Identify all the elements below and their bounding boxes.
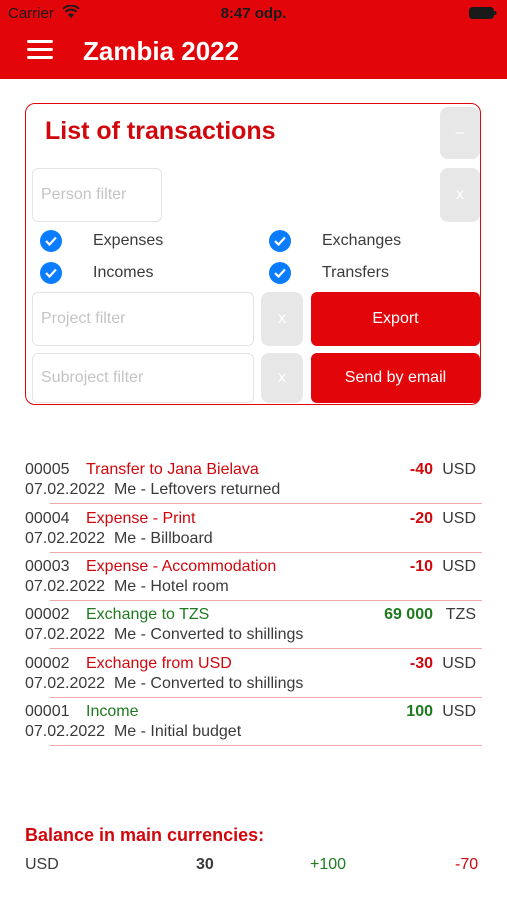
project-filter-input[interactable]: Project filter: [32, 292, 254, 346]
transaction-date: 07.02.2022: [25, 481, 106, 498]
transaction-detail: Me - Hotel room: [113, 578, 229, 595]
transaction-number: 00002: [25, 655, 70, 672]
battery-icon: [469, 7, 497, 19]
transaction-number: 00002: [25, 606, 70, 623]
transaction-description: Expense - Accommodation: [86, 558, 277, 575]
transaction-detail: Me - Converted to shillings: [113, 675, 304, 692]
transaction-number: 00001: [25, 703, 70, 720]
row-divider: [50, 745, 482, 746]
balance-expense: -70: [455, 856, 479, 873]
transaction-amount: 69 000: [384, 606, 433, 623]
incomes-label: Incomes: [93, 264, 154, 281]
transfers-checkbox[interactable]: [269, 262, 291, 284]
person-filter-placeholder: Person filter: [41, 186, 127, 203]
row-divider: [50, 648, 482, 649]
transaction-detail: Me - Leftovers returned: [113, 481, 281, 498]
balance-currency: USD: [25, 856, 59, 873]
transaction-description: Transfer to Jana Bielava: [86, 461, 259, 478]
transaction-amount: -10: [409, 558, 433, 575]
subproject-filter-placeholder: Subroject filter: [41, 369, 144, 386]
transaction-amount: -40: [409, 461, 433, 478]
transaction-date: 07.02.2022: [25, 723, 106, 740]
page-title: Zambia 2022: [83, 36, 240, 66]
expenses-checkbox[interactable]: [40, 230, 62, 252]
transaction-row[interactable]: 00004 Expense - Print -20 USD 07.02.2022…: [25, 505, 482, 553]
project-clear-button[interactable]: x: [261, 292, 303, 346]
transaction-amount: -20: [409, 510, 433, 527]
balance-title: Balance in main currencies:: [25, 825, 265, 845]
transaction-row[interactable]: 00002 Exchange from USD -30 USD 07.02.20…: [25, 650, 482, 698]
transaction-description: Expense - Print: [86, 510, 196, 527]
transaction-description: Exchange from USD: [86, 655, 232, 672]
send-by-email-button[interactable]: Send by email: [311, 353, 480, 403]
status-bar: Carrier 8:47 odp.: [0, 0, 507, 26]
transaction-description: Exchange to TZS: [86, 606, 210, 623]
transaction-row[interactable]: 00001 Income 100 USD 07.02.2022 Me - Ini…: [25, 698, 482, 746]
project-filter-placeholder: Project filter: [41, 310, 126, 327]
filter-panel: List of transactions – Person filter x E…: [25, 103, 481, 405]
person-filter-input[interactable]: Person filter: [32, 168, 162, 222]
balance-income: +100: [310, 856, 347, 873]
transaction-description: Income: [86, 703, 139, 720]
row-divider: [50, 503, 482, 504]
transfers-label: Transfers: [322, 264, 389, 281]
transaction-row[interactable]: 00002 Exchange to TZS 69 000 TZS 07.02.2…: [25, 601, 482, 649]
transaction-amount: 100: [406, 703, 433, 720]
transaction-currency: USD: [442, 510, 476, 527]
transaction-date: 07.02.2022: [25, 578, 106, 595]
hamburger-menu-icon[interactable]: [27, 40, 53, 60]
balance-total: 30: [196, 856, 214, 873]
transaction-currency: USD: [442, 461, 476, 478]
collapse-button[interactable]: –: [440, 107, 480, 159]
panel-title: List of transactions: [45, 117, 276, 145]
exchanges-label: Exchanges: [322, 232, 402, 249]
transaction-currency: USD: [442, 703, 476, 720]
subproject-clear-button[interactable]: x: [261, 353, 303, 403]
transaction-number: 00003: [25, 558, 70, 575]
transaction-date: 07.02.2022: [25, 530, 106, 547]
transaction-amount: -30: [409, 655, 433, 672]
transaction-currency: TZS: [445, 606, 476, 623]
transaction-row[interactable]: 00005 Transfer to Jana Bielava -40 USD 0…: [25, 456, 482, 504]
transaction-currency: USD: [442, 558, 476, 575]
transaction-number: 00004: [25, 510, 70, 527]
transaction-detail: Me - Billboard: [113, 530, 213, 547]
transaction-detail: Me - Converted to shillings: [113, 626, 304, 643]
transaction-detail: Me - Initial budget: [113, 723, 242, 740]
clock: 8:47 odp.: [220, 5, 287, 22]
transaction-date: 07.02.2022: [25, 626, 106, 643]
transaction-row[interactable]: 00003 Expense - Accommodation -10 USD 07…: [25, 553, 482, 601]
exchanges-checkbox[interactable]: [269, 230, 291, 252]
subproject-filter-input[interactable]: Subroject filter: [32, 353, 254, 403]
transaction-number: 00005: [25, 461, 70, 478]
transaction-currency: USD: [442, 655, 476, 672]
expenses-label: Expenses: [93, 232, 164, 249]
export-button[interactable]: Export: [311, 292, 480, 346]
incomes-checkbox[interactable]: [40, 262, 62, 284]
transaction-date: 07.02.2022: [25, 675, 106, 692]
app-header: Carrier 8:47 odp. Zambia 2022: [0, 0, 507, 79]
person-clear-button[interactable]: x: [440, 168, 480, 222]
